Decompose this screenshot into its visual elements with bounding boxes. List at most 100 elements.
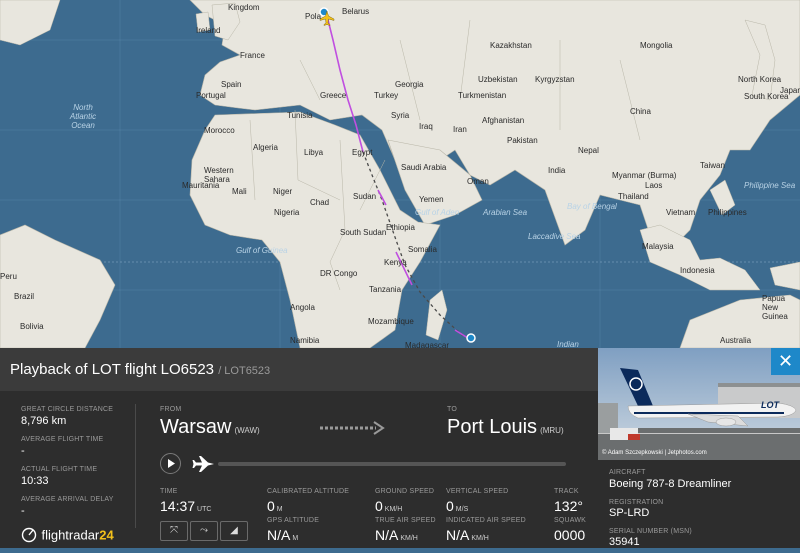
gps-altitude-value: N/A M bbox=[267, 527, 298, 543]
destination-airport[interactable]: Port Louis (MRU) bbox=[447, 416, 564, 439]
map-label: Namibia bbox=[290, 336, 320, 345]
livery-text: LOT bbox=[761, 400, 779, 410]
map-label: Taiwan bbox=[700, 161, 725, 170]
ground-speed-label: GROUND SPEED bbox=[375, 488, 435, 495]
map-label: Oman bbox=[467, 177, 489, 186]
map-label: Japan bbox=[780, 86, 800, 95]
map-label: Turkmenistan bbox=[458, 91, 507, 100]
map-label: Greece bbox=[320, 91, 347, 100]
map-label: Kyrgyzstan bbox=[535, 75, 575, 84]
map-label: Pakistan bbox=[507, 136, 538, 145]
map-label: Angola bbox=[290, 303, 315, 312]
map-label: Kenya bbox=[384, 258, 407, 267]
to-label: TO bbox=[447, 406, 457, 413]
track-value: 132° bbox=[554, 498, 583, 514]
squawk-label: SQUAWK bbox=[554, 517, 587, 524]
map-label: Tunisia bbox=[287, 111, 313, 120]
calibrated-altitude-value: 0M bbox=[267, 498, 283, 514]
route-icon: ⤳ bbox=[200, 525, 208, 536]
origin-airport[interactable]: Warsaw (WAW) bbox=[160, 416, 260, 439]
ocean-label: Laccadive Sea bbox=[528, 232, 581, 241]
map-label: Algeria bbox=[253, 143, 278, 152]
map-label: Somalia bbox=[408, 245, 437, 254]
play-button[interactable] bbox=[160, 453, 181, 474]
map-label: Afghanistan bbox=[482, 116, 525, 125]
indicated-air-speed-number: N/A bbox=[446, 527, 470, 543]
true-air-speed-label: TRUE AIR SPEED bbox=[375, 517, 436, 524]
map-label: Ethiopia bbox=[386, 223, 415, 232]
play-icon bbox=[168, 459, 175, 468]
destination-code: (MRU) bbox=[540, 426, 564, 435]
map-label: Niger bbox=[273, 187, 293, 196]
map-label: Malaysia bbox=[642, 242, 674, 251]
map-label: Iraq bbox=[419, 122, 433, 131]
time-label: TIME bbox=[160, 488, 178, 495]
calibrated-altitude-label: CALIBRATED ALTITUDE bbox=[267, 488, 350, 495]
chart-icon: ◢ bbox=[230, 525, 238, 536]
indicated-air-speed-label: INDICATED AIR SPEED bbox=[446, 517, 526, 524]
map-label: Kazakhstan bbox=[490, 41, 532, 50]
ocean-label: North Atlantic Ocean bbox=[69, 103, 97, 130]
map-label: Tanzania bbox=[369, 285, 402, 294]
map-label: Peru bbox=[0, 272, 17, 281]
map-label: France bbox=[240, 51, 265, 60]
ground-speed-value: 0 KM/H bbox=[375, 498, 402, 514]
map-label: Indonesia bbox=[680, 266, 715, 275]
calibrated-altitude-number: 0 bbox=[267, 498, 275, 514]
photo-credit[interactable]: © Adam Szczepkowski | Jetphotos.com bbox=[602, 450, 707, 456]
from-label: FROM bbox=[160, 406, 182, 413]
fullscreen-button[interactable]: ⤧ bbox=[160, 521, 188, 541]
close-button[interactable]: ✕ bbox=[771, 348, 800, 375]
time-unit: UTC bbox=[197, 506, 212, 513]
true-air-speed-unit: KM/H bbox=[400, 535, 418, 542]
registration-value[interactable]: SP-LRD bbox=[609, 507, 649, 519]
map-label: Mozambique bbox=[368, 317, 414, 326]
callsign-label: / LOT6523 bbox=[218, 365, 271, 377]
panel-divider bbox=[135, 404, 136, 528]
ocean-label: Gulf of Guinea bbox=[236, 246, 288, 255]
route-button[interactable]: ⤳ bbox=[190, 521, 218, 541]
map-label: Laos bbox=[645, 181, 663, 190]
map-label: Morocco bbox=[204, 126, 235, 135]
indicated-air-speed-value: N/A KM/H bbox=[446, 527, 489, 543]
aircraft-photo[interactable]: LOT © Adam Szczepkowski | Jetphotos.com bbox=[598, 348, 800, 460]
map-label: South Sudan bbox=[340, 228, 387, 237]
ocean-label: Philippine Sea bbox=[744, 181, 796, 190]
map-label: Myanmar (Burma) bbox=[612, 171, 677, 180]
map-label: Bolivia bbox=[20, 322, 44, 331]
map-label: Mali bbox=[232, 187, 247, 196]
playback-progress-track[interactable] bbox=[218, 462, 566, 466]
average-flight-time-value: - bbox=[21, 445, 25, 457]
map-label: Libya bbox=[304, 148, 324, 157]
calibrated-altitude-unit: M bbox=[276, 506, 283, 513]
map-label: Pola bbox=[305, 12, 322, 21]
destination-marker[interactable] bbox=[466, 333, 476, 343]
gps-altitude-number: N/A bbox=[267, 527, 291, 543]
map-label: Belarus bbox=[342, 7, 370, 16]
map-label: Turkey bbox=[374, 91, 399, 100]
vertical-speed-unit: M/S bbox=[455, 506, 469, 513]
true-air-speed-number: N/A bbox=[375, 527, 399, 543]
ground-speed-unit: KM/H bbox=[384, 506, 403, 513]
vertical-speed-label: VERTICAL SPEED bbox=[446, 488, 509, 495]
ocean-label: Gulf of Aden bbox=[415, 208, 460, 217]
time-number: 14:37 bbox=[160, 498, 196, 514]
vertical-speed-value: 0 M/S bbox=[446, 498, 468, 514]
flightradar24-logo[interactable]: flightradar24 bbox=[21, 526, 114, 544]
map-label: Nepal bbox=[578, 146, 599, 155]
track-label: TRACK bbox=[554, 488, 579, 495]
altitude-chart-button[interactable]: ◢ bbox=[220, 521, 248, 541]
great-circle-distance-value: 8,796 km bbox=[21, 415, 67, 427]
map-label: North Korea bbox=[738, 75, 782, 84]
map-label: Brazil bbox=[14, 292, 35, 301]
map-label: Kingdom bbox=[228, 3, 260, 12]
ocean-label: Bay of Bengal bbox=[567, 202, 617, 211]
map-label: Australia bbox=[720, 336, 752, 345]
map-label: Chad bbox=[310, 198, 330, 207]
aircraft-value: Boeing 787-8 Dreamliner bbox=[609, 478, 732, 490]
map-label: Saudi Arabia bbox=[401, 163, 447, 172]
indicated-air-speed-unit: KM/H bbox=[471, 535, 489, 542]
true-air-speed-value: N/A KM/H bbox=[375, 527, 418, 543]
flight-title-text: Playback of LOT flight LO6523 bbox=[10, 361, 215, 378]
map-label: India bbox=[548, 166, 566, 175]
